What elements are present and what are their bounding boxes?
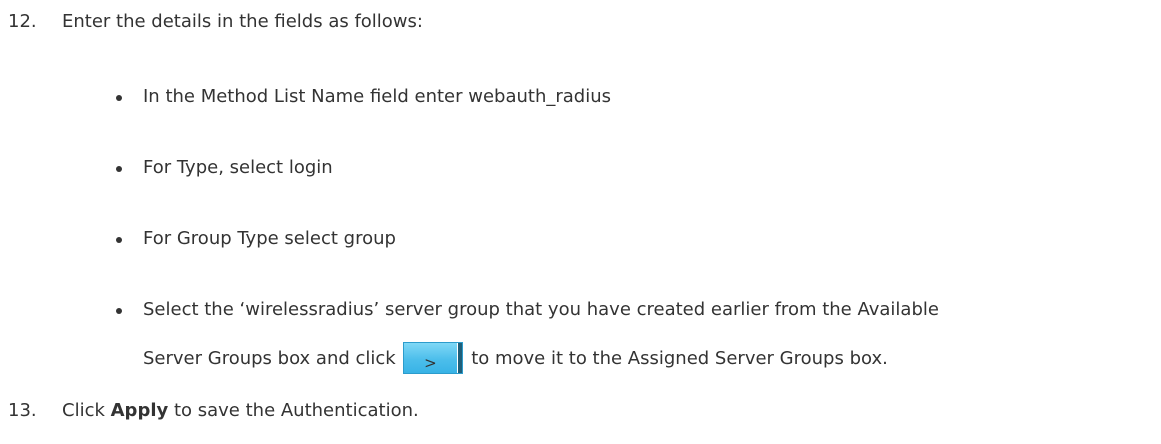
button-edge	[457, 343, 463, 373]
apply-label: Apply	[110, 400, 169, 421]
move-right-button-icon: >	[403, 342, 464, 374]
bullet-icon	[116, 308, 122, 314]
list-item-text: For Group Type select group	[143, 228, 396, 249]
list-item-text: Server Groups box and click	[143, 348, 396, 369]
step-number: 12.	[8, 11, 37, 32]
instruction-document: 12. Enter the details in the fields as fo…	[0, 0, 1161, 444]
list-item-text: In the Method List Name field enter weba…	[143, 86, 612, 107]
step-number: 13.	[8, 400, 37, 421]
step-text: Click	[62, 400, 111, 421]
step-text: to save the Authentication.	[168, 400, 419, 421]
list-item-continuation: Server Groups box and click > to move it…	[143, 342, 888, 376]
list-item-text: For Type, select login	[143, 157, 333, 178]
list-item-text: to move it to the Assigned Server Groups…	[471, 348, 888, 369]
chevron-right-icon: >	[424, 354, 437, 372]
step-12: 12. Enter the details in the fields as fo…	[4, 8, 423, 36]
bullet-icon	[116, 166, 122, 172]
list-item-text: Select the ‘wirelessradius’ server group…	[143, 299, 939, 320]
step-text: Enter the details in the fields as follo…	[62, 11, 423, 32]
bullet-icon	[116, 95, 122, 101]
step-13: 13. Click Apply to save the Authenticatio…	[4, 397, 419, 425]
bullet-icon	[116, 237, 122, 243]
